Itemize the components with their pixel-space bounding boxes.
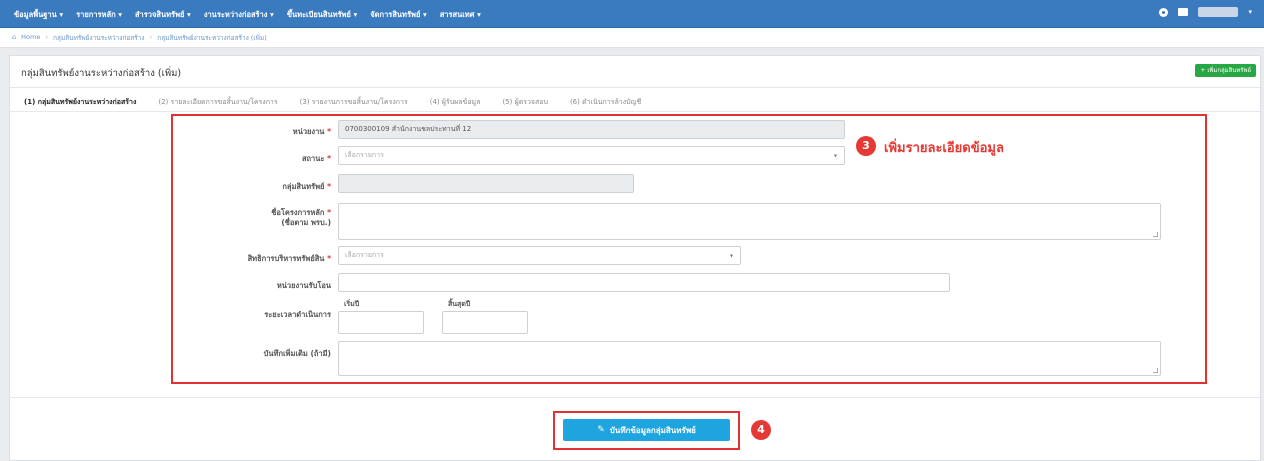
breadcrumb-item-list[interactable]: กลุ่มสินทรัพย์งานระหว่างก่อสร้าง — [53, 33, 145, 42]
project-name-label: ชื่อโครงการหลัก * (ชื่อตาม พรบ.) — [271, 208, 331, 227]
menu-main-list[interactable]: รายการหลัก ▾ — [76, 9, 122, 21]
resize-grip-icon[interactable] — [1153, 232, 1158, 237]
start-year-label: เริ่มปี — [344, 300, 360, 308]
page-title: กลุ่มสินทรัพย์งานระหว่างก่อสร้าง (เพิ่ม) — [21, 68, 182, 79]
top-navbar: ข้อมูลพื้นฐาน ▾ รายการหลัก ▾ สำรวจสินทรั… — [0, 0, 1264, 28]
duration-label: ระยะเวลาดำเนินการ — [264, 310, 331, 319]
tab-asset-group[interactable]: (1) กลุ่มสินทรัพย์งานระหว่างก่อสร้าง — [24, 97, 136, 108]
menu-construction-in-progress[interactable]: งานระหว่างก่อสร้าง ▾ — [204, 9, 274, 21]
caret-down-icon: ▾ — [729, 252, 733, 259]
end-year-field[interactable] — [442, 311, 528, 334]
asset-right-select[interactable]: เลือกรายการ ▾ — [338, 246, 741, 265]
resize-grip-icon[interactable] — [1153, 368, 1158, 373]
nav-right: ▾ — [1159, 7, 1252, 17]
asset-group-field[interactable] — [338, 174, 634, 193]
id-card-icon[interactable] — [1178, 8, 1189, 16]
receiving-unit-field[interactable] — [338, 273, 950, 292]
user-name-redacted[interactable] — [1198, 7, 1239, 17]
receiving-unit-label: หน่วยงานรับโอน — [276, 281, 331, 290]
tab-request-details[interactable]: (2) รายละเอียดการขอสิ้นงาน/โครงการ — [158, 97, 277, 108]
menu-asset-registration[interactable]: ขึ้นทะเบียนสินทรัพย์ ▾ — [287, 9, 357, 21]
menu-asset-survey[interactable]: สำรวจสินทรัพย์ ▾ — [135, 9, 191, 21]
step-4-badge: 4 — [751, 420, 771, 440]
globe-icon[interactable] — [1159, 7, 1169, 17]
tab-auditor[interactable]: (5) ผู้ตรวจสอบ — [502, 97, 548, 108]
tab-divider — [10, 111, 1260, 112]
main-menu: ข้อมูลพื้นฐาน ▾ รายการหลัก ▾ สำรวจสินทรั… — [14, 9, 481, 21]
save-asset-group-button[interactable]: ✎ บันทึกข้อมูลกลุ่มสินทรัพย์ — [563, 419, 730, 441]
chevron-down-icon[interactable]: ▾ — [1248, 8, 1252, 16]
breadcrumb: ⌂ Home › กลุ่มสินทรัพย์งานระหว่างก่อสร้า… — [0, 28, 1264, 48]
menu-information[interactable]: สารสนเทศ ▾ — [440, 9, 481, 21]
caret-down-icon: ▾ — [833, 152, 837, 159]
tab-clear-account[interactable]: (6) ดำเนินการล้างบัญชี — [570, 97, 641, 108]
breadcrumb-separator: › — [149, 33, 153, 41]
breadcrumb-home[interactable]: Home — [21, 33, 40, 42]
status-select[interactable]: เลือกรายการ ▾ — [338, 146, 845, 165]
notes-label: บันทึกเพิ่มเติม (ถ้ามี) — [263, 349, 331, 358]
agency-label: หน่วยงาน * — [292, 127, 331, 136]
status-label: สถานะ * — [301, 154, 331, 163]
agency-field[interactable]: 0700300109 สำนักงานชลประทานที่ 12 — [338, 120, 845, 139]
step-3-note: เพิ่มรายละเอียดข้อมูล — [884, 141, 1004, 156]
tab-recipient[interactable]: (4) ผู้รับผลข้อมูล — [430, 97, 481, 108]
notes-textarea[interactable] — [338, 341, 1161, 376]
end-year-label: สิ้นสุดปี — [448, 300, 471, 308]
start-year-field[interactable] — [338, 311, 424, 334]
add-asset-group-button[interactable]: + เพิ่มกลุ่มสินทรัพย์ — [1195, 64, 1256, 77]
project-name-textarea[interactable] — [338, 203, 1161, 240]
asset-group-label: กลุ่มสินทรัพย์ * — [282, 182, 331, 191]
menu-asset-management[interactable]: จัดการสินทรัพย์ ▾ — [370, 9, 426, 21]
asset-right-label: สิทธิการบริหารทรัพย์สิน * — [247, 254, 331, 263]
panel-header: กลุ่มสินทรัพย์งานระหว่างก่อสร้าง (เพิ่ม)… — [10, 56, 1260, 88]
tab-bar: (1) กลุ่มสินทรัพย์งานระหว่างก่อสร้าง (2)… — [24, 97, 641, 108]
menu-basic-data[interactable]: ข้อมูลพื้นฐาน ▾ — [14, 9, 63, 21]
home-icon: ⌂ — [12, 33, 17, 41]
footer-divider — [10, 397, 1260, 398]
main-panel: กลุ่มสินทรัพย์งานระหว่างก่อสร้าง (เพิ่ม)… — [9, 55, 1261, 461]
tab-request-report[interactable]: (3) รายงานการขอสิ้นงาน/โครงการ — [300, 97, 408, 108]
breadcrumb-item-current: กลุ่มสินทรัพย์งานระหว่างก่อสร้าง (เพิ่ม) — [157, 34, 267, 42]
breadcrumb-separator: › — [45, 33, 48, 41]
step-3-badge: 3 — [856, 136, 876, 156]
pencil-icon: ✎ — [597, 425, 605, 435]
